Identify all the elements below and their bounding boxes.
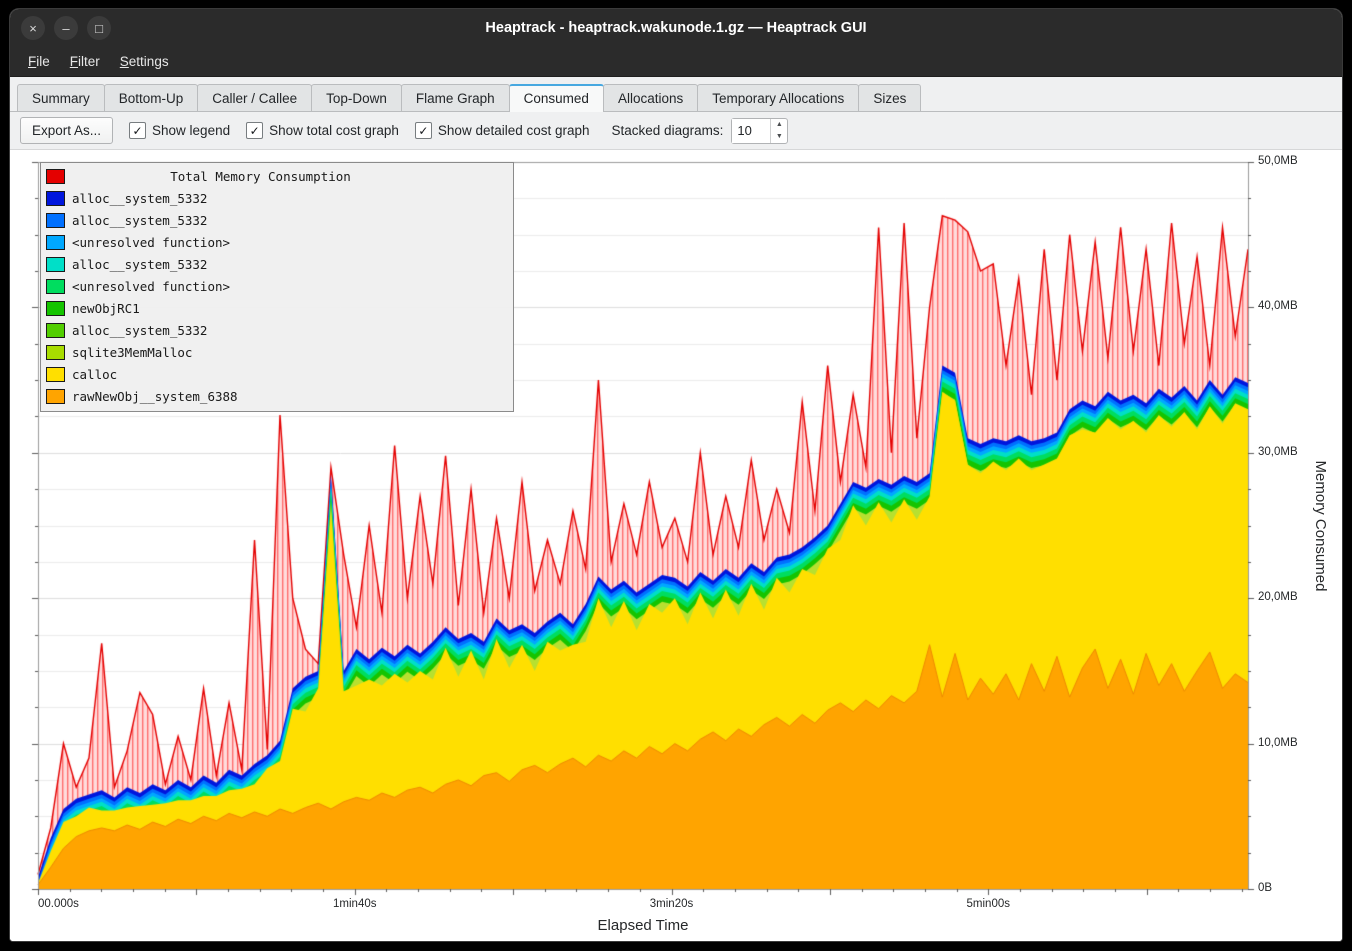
legend-title: Total Memory Consumption [72, 169, 509, 184]
menu-settings[interactable]: Settings [110, 49, 179, 74]
titlebar: × – □ Heaptrack - heaptrack.wakunode.1.g… [10, 9, 1342, 47]
legend-swatch [46, 279, 65, 294]
stacked-diagrams-input[interactable] [732, 119, 770, 143]
tab-bottom-up[interactable]: Bottom-Up [104, 84, 199, 112]
y-tick-label: 10,0MB [1258, 737, 1298, 749]
legend-item: <unresolved function> [43, 231, 509, 253]
x-axis-title: Elapsed Time [598, 917, 689, 934]
app-window: × – □ Heaptrack - heaptrack.wakunode.1.g… [9, 8, 1343, 942]
minimize-button[interactable]: – [54, 16, 78, 40]
maximize-icon: □ [95, 22, 103, 35]
toolbar: Export As... ✓ Show legend ✓ Show total … [10, 112, 1342, 149]
y-tick-label: 40,0MB [1258, 300, 1298, 312]
tab-summary[interactable]: Summary [17, 84, 105, 112]
legend-swatch [46, 323, 65, 338]
menu-file[interactable]: File [18, 49, 60, 74]
show-detailed-cost-checkbox[interactable]: ✓ Show detailed cost graph [415, 122, 590, 139]
stepper-up-icon[interactable]: ▲ [771, 119, 787, 131]
memory-consumption-chart: Total Memory Consumption alloc__system_5… [10, 149, 1342, 941]
legend-label: newObjRC1 [72, 301, 140, 316]
legend-swatch [46, 345, 65, 360]
tab-flame-graph[interactable]: Flame Graph [401, 84, 510, 112]
legend-item: newObjRC1 [43, 297, 509, 319]
export-as-button[interactable]: Export As... [20, 117, 113, 144]
legend-label: sqlite3MemMalloc [72, 345, 192, 360]
legend-swatch-total [46, 169, 65, 184]
window-title: Heaptrack - heaptrack.wakunode.1.gz — He… [10, 20, 1342, 36]
legend-item: alloc__system_5332 [43, 209, 509, 231]
legend-item: alloc__system_5332 [43, 253, 509, 275]
legend-swatch [46, 213, 65, 228]
legend-swatch [46, 301, 65, 316]
legend-item: sqlite3MemMalloc [43, 341, 509, 363]
close-button[interactable]: × [21, 16, 45, 40]
stacked-diagrams-stepper[interactable]: ▲ ▼ [731, 118, 788, 144]
y-tick-label: 20,0MB [1258, 591, 1298, 603]
y-tick-label: 0B [1258, 882, 1272, 894]
show-detailed-cost-label: Show detailed cost graph [438, 123, 590, 138]
legend-item: <unresolved function> [43, 275, 509, 297]
window-controls: × – □ [10, 16, 111, 40]
stacked-diagrams-label: Stacked diagrams: [612, 123, 724, 138]
tab-top-down[interactable]: Top-Down [311, 84, 402, 112]
legend-label: rawNewObj__system_6388 [72, 389, 238, 404]
tab-allocations[interactable]: Allocations [603, 84, 698, 112]
legend-swatch [46, 367, 65, 382]
legend-item: calloc [43, 363, 509, 385]
legend-label: alloc__system_5332 [72, 257, 207, 272]
tab-bar: SummaryBottom-UpCaller / CalleeTop-DownF… [10, 77, 1342, 112]
y-tick-label: 50,0MB [1258, 155, 1298, 167]
menubar: File Filter Settings [10, 47, 1342, 77]
y-axis-title: Memory Consumed [1312, 460, 1329, 591]
stepper-down-icon[interactable]: ▼ [771, 131, 787, 143]
maximize-button[interactable]: □ [87, 16, 111, 40]
legend-label: <unresolved function> [72, 279, 230, 294]
checkbox-checked-icon: ✓ [246, 122, 263, 139]
tab-sizes[interactable]: Sizes [858, 84, 921, 112]
menu-filter[interactable]: Filter [60, 49, 110, 74]
chart-legend: Total Memory Consumption alloc__system_5… [40, 162, 514, 412]
legend-items: alloc__system_5332 alloc__system_5332 <unr… [43, 187, 509, 407]
legend-item: alloc__system_5332 [43, 319, 509, 341]
show-legend-checkbox[interactable]: ✓ Show legend [129, 122, 230, 139]
close-icon: × [29, 22, 37, 35]
checkbox-checked-icon: ✓ [415, 122, 432, 139]
x-tick-label: 5min00s [967, 898, 1010, 910]
x-tick-label: 3min20s [650, 898, 693, 910]
minimize-icon: – [62, 22, 69, 35]
tab-temporary-allocations[interactable]: Temporary Allocations [697, 84, 859, 112]
legend-swatch [46, 235, 65, 250]
y-tick-label: 30,0MB [1258, 446, 1298, 458]
tab-caller-callee[interactable]: Caller / Callee [197, 84, 312, 112]
legend-item: rawNewObj__system_6388 [43, 385, 509, 407]
tab-consumed[interactable]: Consumed [509, 84, 604, 112]
stepper-arrows: ▲ ▼ [770, 119, 787, 143]
legend-swatch [46, 389, 65, 404]
legend-label: alloc__system_5332 [72, 191, 207, 206]
legend-title-row: Total Memory Consumption [43, 165, 509, 187]
legend-label: alloc__system_5332 [72, 323, 207, 338]
legend-label: calloc [72, 367, 117, 382]
x-tick-label: 1min40s [333, 898, 376, 910]
show-total-cost-label: Show total cost graph [269, 123, 399, 138]
show-total-cost-checkbox[interactable]: ✓ Show total cost graph [246, 122, 399, 139]
legend-label: alloc__system_5332 [72, 213, 207, 228]
checkbox-checked-icon: ✓ [129, 122, 146, 139]
show-legend-label: Show legend [152, 123, 230, 138]
legend-item: alloc__system_5332 [43, 187, 509, 209]
legend-swatch [46, 191, 65, 206]
legend-swatch [46, 257, 65, 272]
x-tick-label: 00.000s [38, 898, 79, 910]
legend-label: <unresolved function> [72, 235, 230, 250]
